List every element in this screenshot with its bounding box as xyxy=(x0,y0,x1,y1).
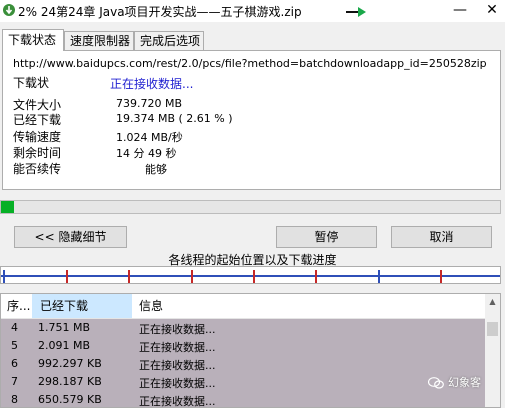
threads-track xyxy=(1,275,500,277)
row-index: 4 xyxy=(11,321,18,334)
scroll-thumb[interactable] xyxy=(487,322,498,336)
downloaded-label: 已经下载 xyxy=(13,113,62,127)
watermark: 幻象客 xyxy=(428,374,481,390)
row-downloaded: 992.297 KB xyxy=(38,357,102,370)
row-info: 正在接收数据... xyxy=(139,395,216,408)
column-header-info[interactable]: 信息 xyxy=(139,294,163,318)
close-button[interactable]: ✕ xyxy=(478,0,505,22)
minimize-button[interactable]: — xyxy=(446,0,474,22)
cancel-button[interactable]: 取消 xyxy=(391,226,492,248)
table-row[interactable]: 5 2.091 MB 正在接收数据... xyxy=(1,337,485,355)
row-downloaded: 2.091 MB xyxy=(38,339,91,352)
thread-marker xyxy=(66,270,68,283)
status-label: 下载状 xyxy=(13,76,50,90)
thread-marker xyxy=(253,270,255,283)
list-header: 序... 已经下载 信息 xyxy=(1,294,485,319)
status-value: 正在接收数据... xyxy=(110,77,194,91)
pause-button[interactable]: 暂停 xyxy=(276,226,377,248)
row-index: 8 xyxy=(11,393,18,406)
remaining-time-label: 剩余时间 xyxy=(13,146,62,160)
row-downloaded: 298.187 KB xyxy=(38,375,102,388)
downloaded-value: 19.374 MB ( 2.61 % ) xyxy=(116,112,233,125)
download-url: http://www.baidupcs.com/rest/2.0/pcs/fil… xyxy=(13,57,487,70)
row-info: 正在接收数据... xyxy=(139,341,216,354)
thread-marker xyxy=(3,270,5,283)
row-info: 正在接收数据... xyxy=(139,323,216,336)
progress-fill xyxy=(1,201,15,213)
thread-marker xyxy=(128,270,130,283)
thread-marker xyxy=(378,270,380,283)
tab-completion-options[interactable]: 完成后选项 xyxy=(134,31,204,50)
tab-speed-limiter[interactable]: 速度限制器 xyxy=(64,31,134,50)
row-info: 正在接收数据... xyxy=(139,377,216,390)
wechat-icon xyxy=(428,377,444,389)
window-title: 2% 24第24章 Java项目开发实战——五子棋游戏.zip xyxy=(18,5,302,19)
table-row[interactable]: 6 992.297 KB 正在接收数据... xyxy=(1,355,485,373)
table-row[interactable]: 7 298.187 KB 正在接收数据... xyxy=(1,373,485,391)
remaining-time-value: 14 分 49 秒 xyxy=(116,147,177,160)
row-downloaded: 1.751 MB xyxy=(38,321,91,334)
row-downloaded: 650.579 KB xyxy=(38,393,102,406)
resume-value: 能够 xyxy=(145,163,167,176)
thread-marker xyxy=(315,270,317,283)
column-header-index[interactable]: 序... xyxy=(7,294,31,318)
tab-download-status[interactable]: 下载状态 xyxy=(2,29,64,51)
speed-value: 1.024 MB/秒 xyxy=(116,131,183,144)
file-size-value: 739.720 MB xyxy=(116,97,183,110)
thread-marker xyxy=(440,270,442,283)
download-progress-icon xyxy=(3,4,15,16)
row-index: 5 xyxy=(11,339,18,352)
vertical-scrollbar[interactable]: ▲ xyxy=(485,294,500,407)
table-row[interactable]: 8 650.579 KB 正在接收数据... xyxy=(1,391,485,408)
scroll-up-arrow-icon[interactable]: ▲ xyxy=(485,296,500,308)
thread-list: 序... 已经下载 信息 4 1.751 MB 正在接收数据... 5 2.09… xyxy=(0,293,501,408)
hide-details-button[interactable]: << 隐藏细节 xyxy=(14,226,127,248)
table-row[interactable]: 4 1.751 MB 正在接收数据... xyxy=(1,319,485,337)
row-index: 6 xyxy=(11,357,18,370)
column-header-downloaded[interactable]: 已经下载 xyxy=(32,294,132,318)
status-panel: http://www.baidupcs.com/rest/2.0/pcs/fil… xyxy=(2,50,501,190)
row-index: 7 xyxy=(11,375,18,388)
list-rows: 4 1.751 MB 正在接收数据... 5 2.091 MB 正在接收数据..… xyxy=(1,319,485,408)
title-bar: 2% 24第24章 Java项目开发实战——五子棋游戏.zip — ✕ xyxy=(0,0,505,22)
resume-label: 能否续传 xyxy=(13,162,62,176)
download-progress-bar xyxy=(0,200,501,214)
arrow-right-icon xyxy=(346,7,366,17)
row-info: 正在接收数据... xyxy=(139,359,216,372)
thread-marker xyxy=(191,270,193,283)
speed-label: 传输速度 xyxy=(13,130,62,144)
threads-progress-bar xyxy=(0,266,501,284)
watermark-text: 幻象客 xyxy=(448,376,481,389)
